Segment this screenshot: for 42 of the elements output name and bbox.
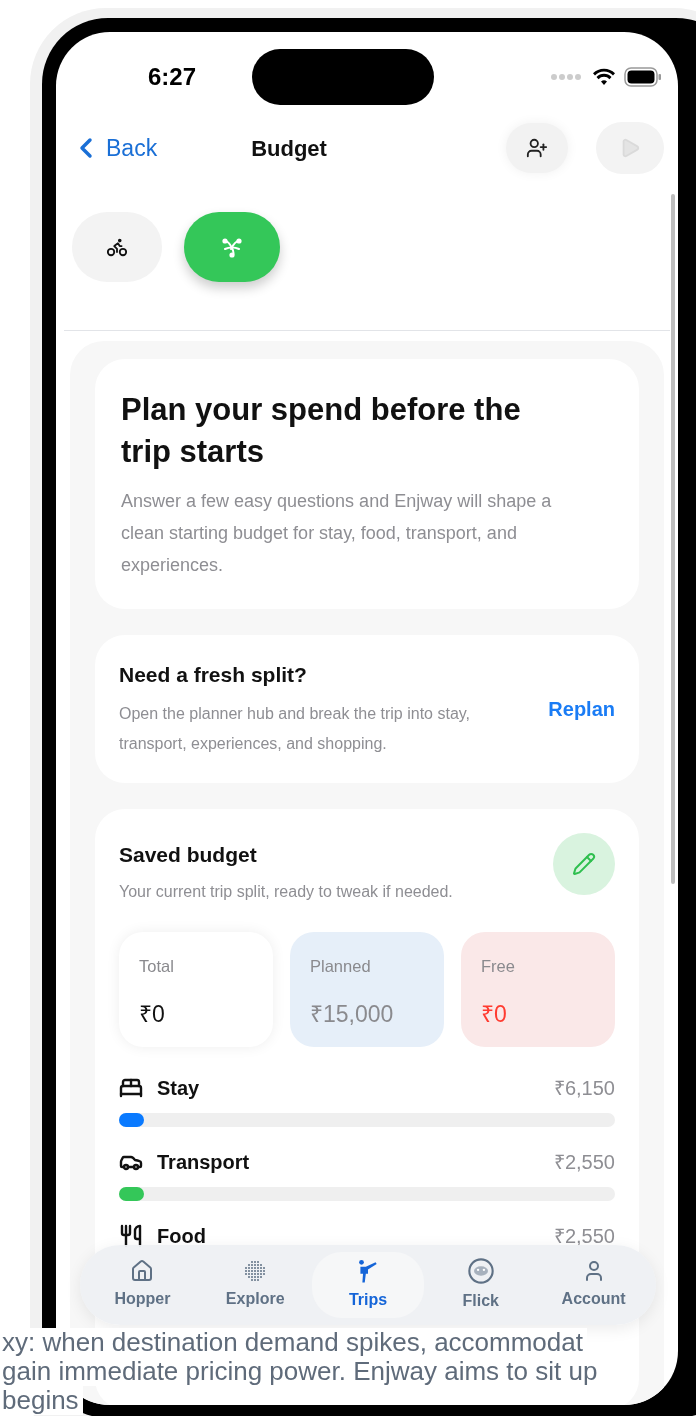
add-person-button[interactable] (506, 123, 568, 173)
dots-icon (243, 1259, 268, 1283)
category-amount: ₹2,550 (553, 1150, 615, 1175)
face-circle-icon (466, 1257, 495, 1285)
fork-knife-icon (119, 1224, 143, 1248)
signal-icon (550, 73, 584, 81)
house-icon (130, 1259, 155, 1283)
tab-item[interactable]: Account (537, 1252, 650, 1318)
add-person-icon (526, 137, 548, 159)
split-title: Need a fresh split? (119, 662, 308, 688)
category-name: Transport (157, 1150, 250, 1175)
category-amount: ₹2,550 (553, 1224, 615, 1249)
stat-label: Planned (310, 956, 372, 977)
back-button[interactable]: Back (70, 130, 158, 166)
play-button[interactable] (596, 122, 664, 174)
category-amount: ₹6,150 (553, 1076, 615, 1101)
stat-value: ₹0 (139, 999, 166, 1029)
stat-label: Total (139, 956, 175, 977)
status-time: 6:27 (148, 62, 197, 92)
battery-icon (624, 67, 662, 87)
mode-button[interactable] (184, 212, 280, 282)
wifi-icon (592, 68, 616, 86)
screen-title: Budget (251, 134, 327, 163)
tab-item[interactable]: Explore (198, 1252, 312, 1318)
saved-budget-subtitle: Your current trip split, ready to tweak if needed. (119, 882, 453, 902)
cycle-icon (220, 235, 244, 259)
stat-value: ₹15,000 (310, 999, 395, 1029)
category-name: Stay (157, 1076, 200, 1101)
stat-value: ₹0 (481, 999, 508, 1029)
bed-icon (119, 1076, 143, 1100)
saved-budget-title: Saved budget (119, 841, 258, 868)
split-text: Open the planner hub and break the trip into stay, transport, experiences, and shopping. (119, 703, 472, 754)
category-name: Food (157, 1224, 206, 1249)
tab-item[interactable]: Hopper (86, 1252, 199, 1318)
pencil-icon (572, 851, 596, 876)
bicycle-icon (106, 236, 128, 258)
intro-text: Answer a few easy questions and Enjway will shape a clean starting budget for stay, food, transport, and experiences. (121, 490, 553, 577)
intro-title: Plan your spend before the trip starts (121, 391, 522, 471)
stat-label: Free (481, 956, 516, 977)
tab-item[interactable]: Trips (311, 1252, 425, 1318)
tab-item[interactable]: Flick (424, 1252, 538, 1318)
replan-button[interactable]: Replan (548, 693, 615, 724)
